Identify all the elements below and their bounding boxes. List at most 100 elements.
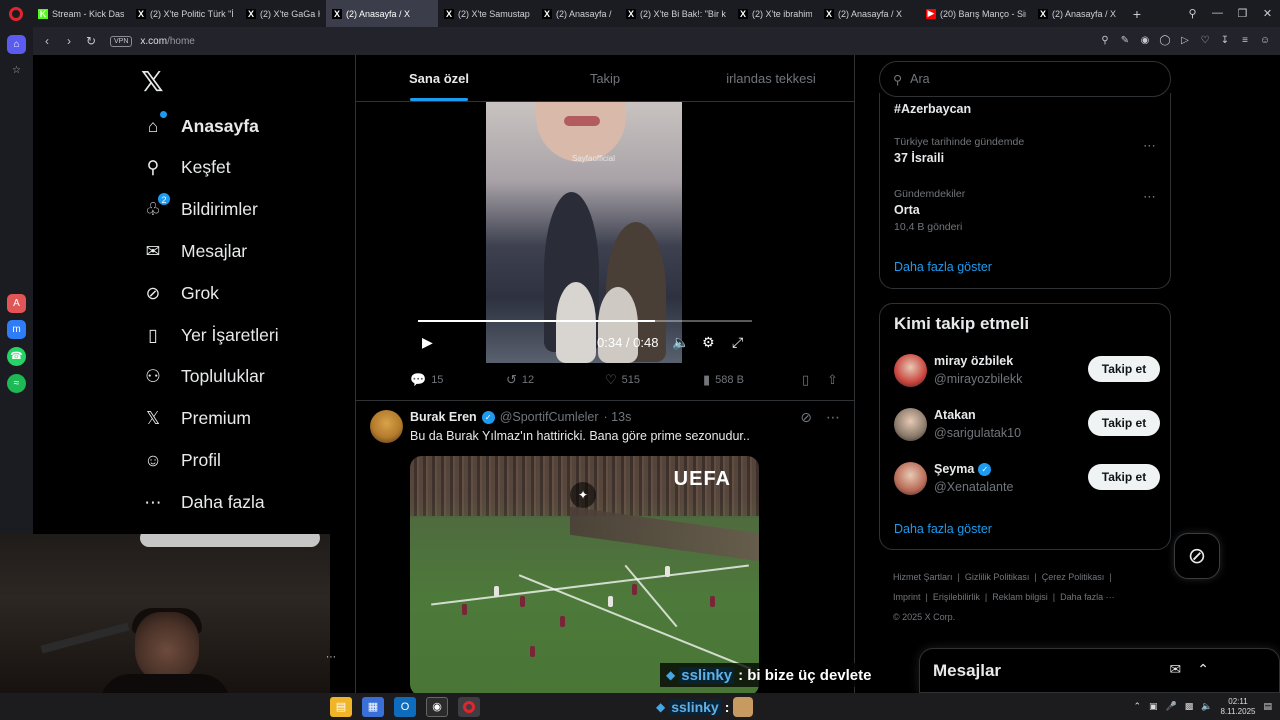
nav-item-more-circle[interactable]: ⋯ Daha fazla <box>141 490 264 514</box>
chevron-up-icon[interactable]: ⌃ <box>1133 701 1141 712</box>
video-player[interactable]: Sayfaofficial ▶ 0:34 / 0:48 🔈 ⚙ ⤢ <box>410 102 759 363</box>
camera-icon[interactable]: ◉ <box>1138 34 1152 48</box>
file-explorer-icon[interactable]: ▤ <box>330 696 352 717</box>
timeline-tab[interactable]: Sana özel <box>356 55 522 101</box>
more-icon[interactable]: ⋯ <box>826 409 840 426</box>
nav-item-x-premium[interactable]: 𝕏 Premium <box>141 407 251 431</box>
spotify-icon[interactable]: ≈ <box>7 374 26 393</box>
search-tabs-icon[interactable]: ⚲ <box>1180 7 1205 20</box>
menu-icon[interactable]: ≡ <box>1238 34 1252 48</box>
trend-item[interactable]: #Azerbaycan <box>894 99 971 116</box>
footer-link[interactable]: Çerez Politikası <box>1042 572 1105 582</box>
reply-button[interactable]: 💬 15 <box>410 372 443 388</box>
browser-tab[interactable]: K Stream - Kick Dashbo <box>32 0 130 27</box>
heart-icon[interactable]: ♡ <box>1198 34 1212 48</box>
browser-tab[interactable]: X (2) X'te GaGa Haber: " <box>240 0 326 27</box>
maximize-button[interactable]: ❐ <box>1230 7 1255 20</box>
nav-item-search[interactable]: ⚲ Keşfet <box>141 156 231 180</box>
store-icon[interactable]: ▦ <box>362 696 384 717</box>
more-icon[interactable]: ⋯ <box>1143 138 1156 154</box>
follow-button[interactable]: Takip et <box>1088 356 1160 382</box>
tweet-time[interactable]: · 13s <box>604 410 632 424</box>
trend-item[interactable]: Gündemdekiler Orta 10,4 B gönderi <box>894 188 965 233</box>
browser-tab[interactable]: X (2) Anasayfa / X <box>536 0 620 27</box>
trend-item[interactable]: Türkiye tarihinde gündemde 37 İsraili <box>894 136 1024 165</box>
reload-button[interactable]: ↻ <box>80 34 102 48</box>
opera-logo-icon[interactable] <box>0 0 32 27</box>
footer-link[interactable]: Imprint <box>893 592 921 602</box>
share-button[interactable]: ⇧ <box>827 372 838 388</box>
nav-item-grok[interactable]: ⊘ Grok <box>141 281 219 305</box>
follow-suggestion[interactable]: miray özbilek @mirayozbilekk Takip et <box>894 352 1160 392</box>
tweet-video[interactable]: ✦ UEFA <box>410 456 759 693</box>
forward-button[interactable]: › <box>58 34 80 48</box>
follow-button[interactable]: Takip et <box>1088 410 1160 436</box>
browser-tab[interactable]: ▶ (20) Barış Manço - Sin <box>920 0 1032 27</box>
views-button[interactable]: ▮ 588 B <box>703 372 744 388</box>
minimize-button[interactable]: — <box>1205 7 1230 20</box>
search-input[interactable]: ⚲ Ara <box>879 61 1171 97</box>
browser-tab[interactable]: X (2) Anasayfa / X <box>1032 0 1126 27</box>
avatar[interactable] <box>370 410 403 443</box>
grok-icon[interactable]: ⊘ <box>800 409 812 426</box>
browser-tab[interactable]: X (2) X'te Samustappen <box>438 0 536 27</box>
browser-tab[interactable]: X (2) X'te ibrahim Hasko <box>732 0 818 27</box>
follow-name[interactable]: Şeyma ✓ <box>934 462 992 476</box>
x-logo-icon[interactable]: 𝕏 <box>141 65 164 98</box>
device-icon[interactable]: ▣ <box>1149 701 1158 712</box>
volume-icon[interactable]: 🔈 <box>672 334 689 351</box>
footer-link[interactable]: Gizlilik Politikası <box>965 572 1030 582</box>
settings-icon[interactable]: ⚙ <box>702 334 715 351</box>
footer-link[interactable]: Reklam bilgisi <box>992 592 1048 602</box>
expand-icon[interactable]: ⌃ <box>1197 661 1209 678</box>
new-tab-button[interactable]: + <box>1126 6 1148 22</box>
browser-tab[interactable]: X (2) X'te Politic Türk "İ <box>130 0 240 27</box>
follow-suggestion[interactable]: Şeyma ✓ @Xenatalante Takip et <box>894 460 1160 500</box>
timeline-tab[interactable]: irlandas tekkesi <box>688 55 854 101</box>
play-icon[interactable]: ▶ <box>422 334 433 351</box>
zoom-icon[interactable]: ⚲ <box>1098 34 1112 48</box>
like-button[interactable]: ♡ 515 <box>605 372 640 388</box>
nav-item-bookmark[interactable]: ▯ Yer İşaretleri <box>141 323 278 347</box>
browser-tab[interactable]: X (2) Anasayfa / X <box>818 0 920 27</box>
browser-tab[interactable]: X (2) X'te Bi Bak!: "Bir ka <box>620 0 732 27</box>
home-icon[interactable]: ⌂ <box>7 35 26 54</box>
download-icon[interactable]: ↧ <box>1218 34 1232 48</box>
outlook-icon[interactable]: O <box>394 696 416 717</box>
url-field[interactable]: x.com/home <box>140 36 194 47</box>
nav-item-communities[interactable]: ⚇ Topluluklar <box>141 365 265 389</box>
follow-name[interactable]: miray özbilek <box>934 354 1013 368</box>
grok-floating-button[interactable]: ⊘ <box>1174 533 1220 579</box>
nav-item-profile[interactable]: ☺ Profil <box>141 448 221 472</box>
new-message-icon[interactable]: ✉ <box>1170 661 1182 678</box>
back-button[interactable]: ‹ <box>36 34 58 48</box>
shield-icon[interactable]: ◯ <box>1158 34 1172 48</box>
obs-icon[interactable]: ◉ <box>426 696 448 717</box>
avatar[interactable] <box>894 408 927 441</box>
footer-link[interactable]: Daha fazla ··· <box>1060 592 1115 602</box>
video-progress-bar[interactable] <box>418 320 752 322</box>
follow-button[interactable]: Takip et <box>1088 464 1160 490</box>
follow-suggestion[interactable]: Atakan @sarigulatak10 Takip et <box>894 406 1160 446</box>
aria-icon[interactable]: A <box>7 294 26 313</box>
messenger-icon[interactable]: m <box>7 320 26 339</box>
fullscreen-icon[interactable]: ⤢ <box>732 334 743 351</box>
mic-icon[interactable]: 🎤 <box>1166 701 1177 712</box>
repost-button[interactable]: ↺ 12 <box>506 372 534 388</box>
nav-item-bell[interactable]: ♧ 2 Bildirimler <box>141 191 258 222</box>
network-icon[interactable]: ▩ <box>1185 701 1194 712</box>
browser-tab[interactable]: X (2) Anasayfa / X <box>326 0 438 27</box>
notifications-icon[interactable]: ▤ <box>1263 701 1272 712</box>
tweet-author-name[interactable]: Burak Eren <box>410 410 477 424</box>
avatar[interactable] <box>894 354 927 387</box>
nav-item-home[interactable]: ⌂ Anasayfa <box>141 111 259 138</box>
footer-link[interactable]: Hizmet Şartları <box>893 572 953 582</box>
show-more-link[interactable]: Daha fazla göster <box>894 260 992 274</box>
star-icon[interactable]: ☆ <box>7 61 26 80</box>
whatsapp-icon[interactable]: ☎ <box>7 347 26 366</box>
nav-item-mail[interactable]: ✉ Mesajlar <box>141 239 247 263</box>
play-icon[interactable]: ▷ <box>1178 34 1192 48</box>
bookmark-button[interactable]: ▯ <box>802 372 809 388</box>
tweet-author-handle[interactable]: @SportifCumleler <box>500 410 599 424</box>
follow-name[interactable]: Atakan <box>934 408 976 422</box>
